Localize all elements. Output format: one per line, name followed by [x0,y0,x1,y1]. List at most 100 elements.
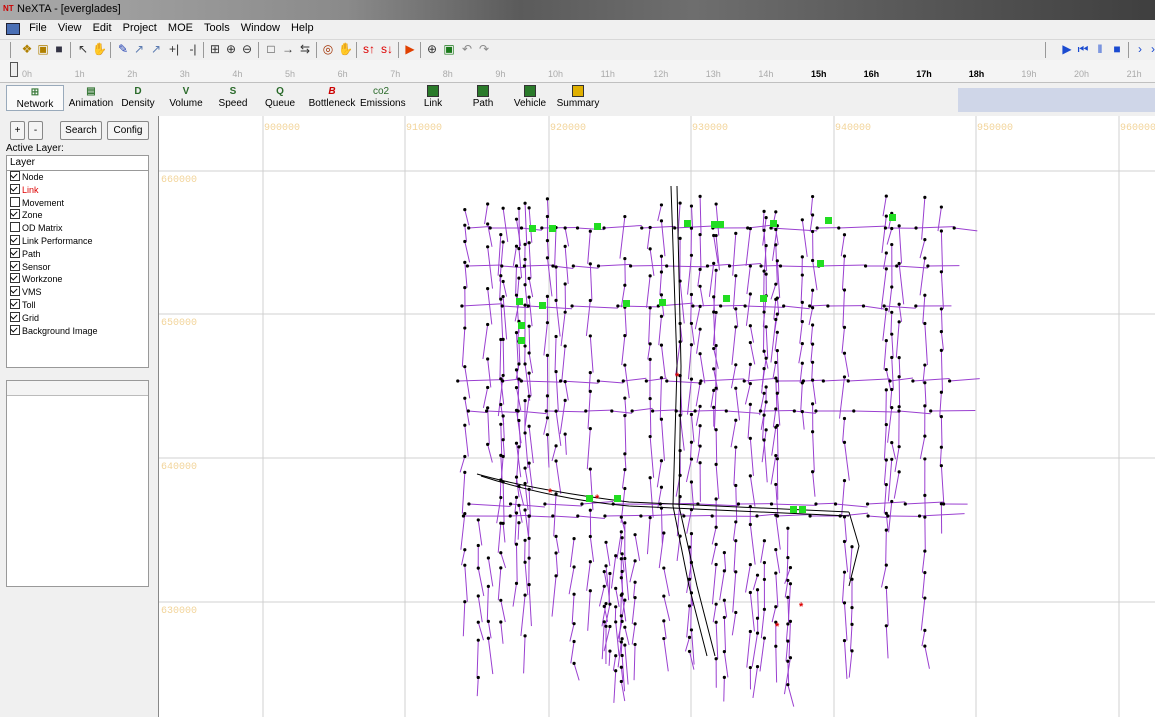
layer-checkbox[interactable] [10,260,20,271]
network-canvas[interactable]: 900000 910000 920000 930000 940000 950000 9600… [159,116,1155,717]
fit-icon[interactable]: ⊞ [208,42,222,56]
speed-down-icon[interactable]: s↓ [380,42,394,56]
pan-icon[interactable]: ✋ [338,42,353,56]
layer-checkbox[interactable] [10,196,20,207]
time-slider-handle[interactable] [10,62,18,77]
play-red-icon[interactable]: ▶ [403,42,417,56]
layer-row[interactable]: Workzone [7,273,148,286]
layer-checkbox[interactable] [10,273,20,284]
swap-icon[interactable]: ⇆ [298,42,312,56]
folder-icon[interactable]: ▣ [36,42,50,56]
menu-view[interactable]: View [54,20,86,34]
layer-row[interactable]: Background Image [7,324,148,338]
queue-icon: Q [276,86,284,97]
link [663,638,669,672]
layer-row[interactable]: Node [7,171,148,184]
volume-button[interactable]: V Volume [166,85,206,109]
timeline-bar[interactable]: 0h 1h 2h 3h 4h 5h 6h 7h 8h 9h 10h 11h 12h 13h 14h 15h 16… [0,60,1155,83]
menu-edit[interactable]: Edit [89,20,116,34]
target-icon[interactable]: ◎ [321,42,335,56]
pointer-icon[interactable]: ↖ [76,42,90,56]
layer-checkbox[interactable] [10,209,20,220]
network-node [659,203,664,207]
layer-checkbox[interactable] [10,324,20,335]
split2-icon[interactable]: -| [186,42,200,56]
arrow-right-icon[interactable]: → [281,42,295,56]
layer-row[interactable]: Toll [7,298,148,312]
menu-help[interactable]: Help [287,20,318,34]
layer-checkbox[interactable] [10,311,20,322]
speed-button[interactable]: S Speed [213,85,253,109]
menu-window[interactable]: Window [237,20,284,34]
draw-link-icon[interactable]: ✎ [116,42,130,56]
open-icon[interactable]: ❖ [20,42,34,56]
search-button[interactable]: Search [60,121,102,140]
bottleneck-button[interactable]: B Bottleneck [306,85,358,109]
zoom-out-icon[interactable]: ⊖ [240,42,254,56]
link [520,595,526,636]
layer-row[interactable]: Zone [7,209,148,222]
link [502,281,508,297]
speed-up-icon[interactable]: s↑ [362,42,376,56]
layer-checkbox[interactable] [10,247,20,258]
info-list[interactable] [6,380,149,587]
rect-select-icon[interactable]: □ [264,42,278,56]
network-node [786,526,790,530]
link [800,275,803,303]
menu-file[interactable]: File [25,20,51,34]
layer-row[interactable]: Link [7,183,148,197]
pause-icon[interactable]: ‖ [1093,42,1107,56]
rewind-icon[interactable]: ⏮ [1076,42,1090,56]
zoom-out-button[interactable]: - [28,121,43,140]
draw-link2-icon[interactable]: ↗ [132,42,146,56]
redo-icon[interactable]: ↷ [477,42,491,56]
network-node [687,545,692,549]
layer-checkbox[interactable] [10,222,20,233]
zoom-area-icon[interactable]: ⊕ [425,42,439,56]
save-icon[interactable]: ■ [52,42,66,56]
network-node [623,452,627,456]
config-button[interactable]: Config [107,121,149,140]
layer-row[interactable]: Path [7,247,148,261]
hand-icon[interactable]: ✋ [92,42,107,56]
layer-checkbox[interactable] [10,286,20,297]
layer-label: Path [22,248,41,259]
network-map[interactable]: 900000 910000 920000 930000 940000 950000 9600… [159,116,1155,717]
next-icon[interactable]: › [1133,42,1147,56]
animation-button[interactable]: ▤ Animation [66,85,116,109]
menu-tools[interactable]: Tools [200,20,234,34]
network-button[interactable]: ⊞ Network [6,85,64,111]
zoom-in-icon[interactable]: ⊕ [224,42,238,56]
menu-moe[interactable]: MOE [164,20,197,34]
layer-checkbox[interactable] [10,183,20,194]
play-icon[interactable]: ▶ [1060,42,1074,56]
queue-button[interactable]: Q Queue [260,85,300,109]
layer-row[interactable]: Movement [7,196,148,210]
path-button[interactable]: Path [466,85,500,109]
network-node [775,379,779,383]
summary-button[interactable]: Summary [556,85,600,109]
draw-link3-icon[interactable]: ↗ [149,42,163,56]
density-button[interactable]: D Density [118,85,158,109]
layer-row[interactable]: Grid [7,311,148,325]
layer-row[interactable]: Link Performance [7,234,148,248]
split-icon[interactable]: +| [167,42,181,56]
stop-icon[interactable]: ■ [1110,42,1124,56]
link-label: Link [423,98,443,109]
menu-project[interactable]: Project [119,20,161,34]
fast-forward-icon[interactable]: › [1146,42,1155,56]
export-icon[interactable]: ▣ [442,42,456,56]
layer-label: Link Performance [22,235,93,246]
link-button[interactable]: Link [416,85,450,109]
layer-row[interactable]: VMS [7,286,148,299]
undo-icon[interactable]: ↶ [460,42,474,56]
layer-checkbox[interactable] [10,234,20,245]
document-icon[interactable] [6,23,20,35]
layer-row[interactable]: Sensor [7,260,148,274]
layer-checkbox[interactable] [10,171,20,181]
vehicle-button[interactable]: Vehicle [510,85,550,109]
emissions-button[interactable]: co2 Emissions [360,85,406,109]
layer-row[interactable]: OD Matrix [7,222,148,235]
zoom-in-button[interactable]: + [10,121,25,140]
layer-checkbox[interactable] [10,298,20,309]
